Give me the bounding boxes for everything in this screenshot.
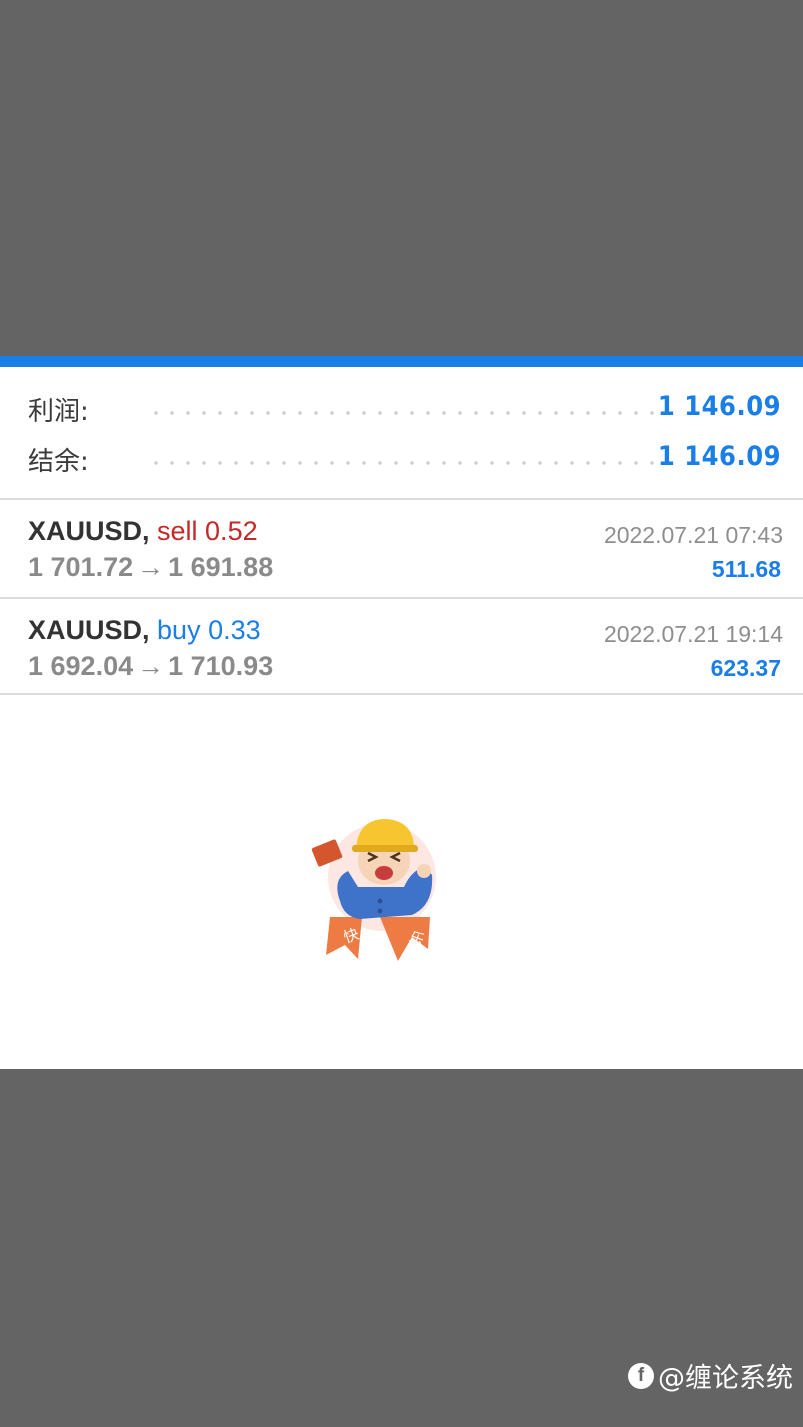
watermark: f @缠论系统 — [628, 1356, 793, 1395]
trade-open-price: 1 692.04 — [28, 651, 134, 681]
trade-side: buy 0.33 — [157, 615, 261, 645]
trade-profit: 623.37 — [710, 655, 781, 681]
screenshot-page: 利润: 1 146.09 结余: 1 146.09 XAUUSD, sell 0… — [0, 0, 803, 1427]
facebook-icon: f — [628, 1362, 654, 1389]
worker-mascot-sticker: 快 乐 — [311, 819, 436, 961]
trade-time: 2022.07.21 07:43 — [603, 522, 783, 548]
trade-side: sell 0.52 — [157, 516, 258, 546]
mascot-mouth — [375, 866, 393, 880]
arrow-right-icon: → — [137, 651, 165, 681]
balance-label: 结余: — [28, 447, 89, 477]
profit-value: 1 146.09 — [657, 391, 781, 422]
trade-profit: 511.68 — [711, 556, 781, 582]
profit-dot-leader — [148, 411, 665, 415]
trade-open-price: 1 701.72 — [28, 552, 134, 582]
profit-row: 利润: 1 146.09 — [0, 383, 803, 433]
hard-hat-icon — [356, 819, 414, 849]
trade-time: 2022.07.21 19:14 — [603, 621, 783, 647]
mascot-fist — [417, 864, 431, 878]
trade-close-price: 1 691.88 — [168, 552, 274, 582]
divider — [0, 693, 803, 695]
trade-symbol: XAUUSD, — [28, 615, 150, 645]
balance-row: 结余: 1 146.09 — [0, 433, 803, 483]
trade-row[interactable]: XAUUSD, buy 0.33 1 692.04 → 1 710.93 2022.… — [0, 599, 803, 695]
trade-close-price: 1 710.93 — [168, 651, 274, 681]
hard-hat-brim — [352, 845, 418, 852]
watermark-text: @缠论系统 — [658, 1363, 793, 1394]
history-report-panel: 利润: 1 146.09 结余: 1 146.09 XAUUSD, sell 0… — [0, 367, 803, 1069]
trade-price-line: 1 701.72 → 1 691.88 — [28, 552, 273, 583]
arrow-right-icon: → — [137, 552, 165, 582]
trade-row[interactable]: XAUUSD, sell 0.52 1 701.72 → 1 691.88 2022… — [0, 500, 803, 596]
button-dot — [377, 908, 383, 914]
balance-value: 1 146.09 — [657, 441, 781, 472]
trade-symbol-line: XAUUSD, buy 0.33 — [28, 615, 261, 646]
trade-price-line: 1 692.04 → 1 710.93 — [28, 651, 273, 682]
trade-symbol-line: XAUUSD, sell 0.52 — [28, 516, 258, 547]
trade-symbol: XAUUSD, — [28, 516, 150, 546]
dim-overlay-top[interactable] — [0, 0, 803, 356]
profit-label: 利润: — [28, 397, 89, 427]
balance-dot-leader — [148, 461, 665, 465]
sheet-accent-bar — [0, 356, 803, 367]
button-dot — [377, 898, 383, 904]
